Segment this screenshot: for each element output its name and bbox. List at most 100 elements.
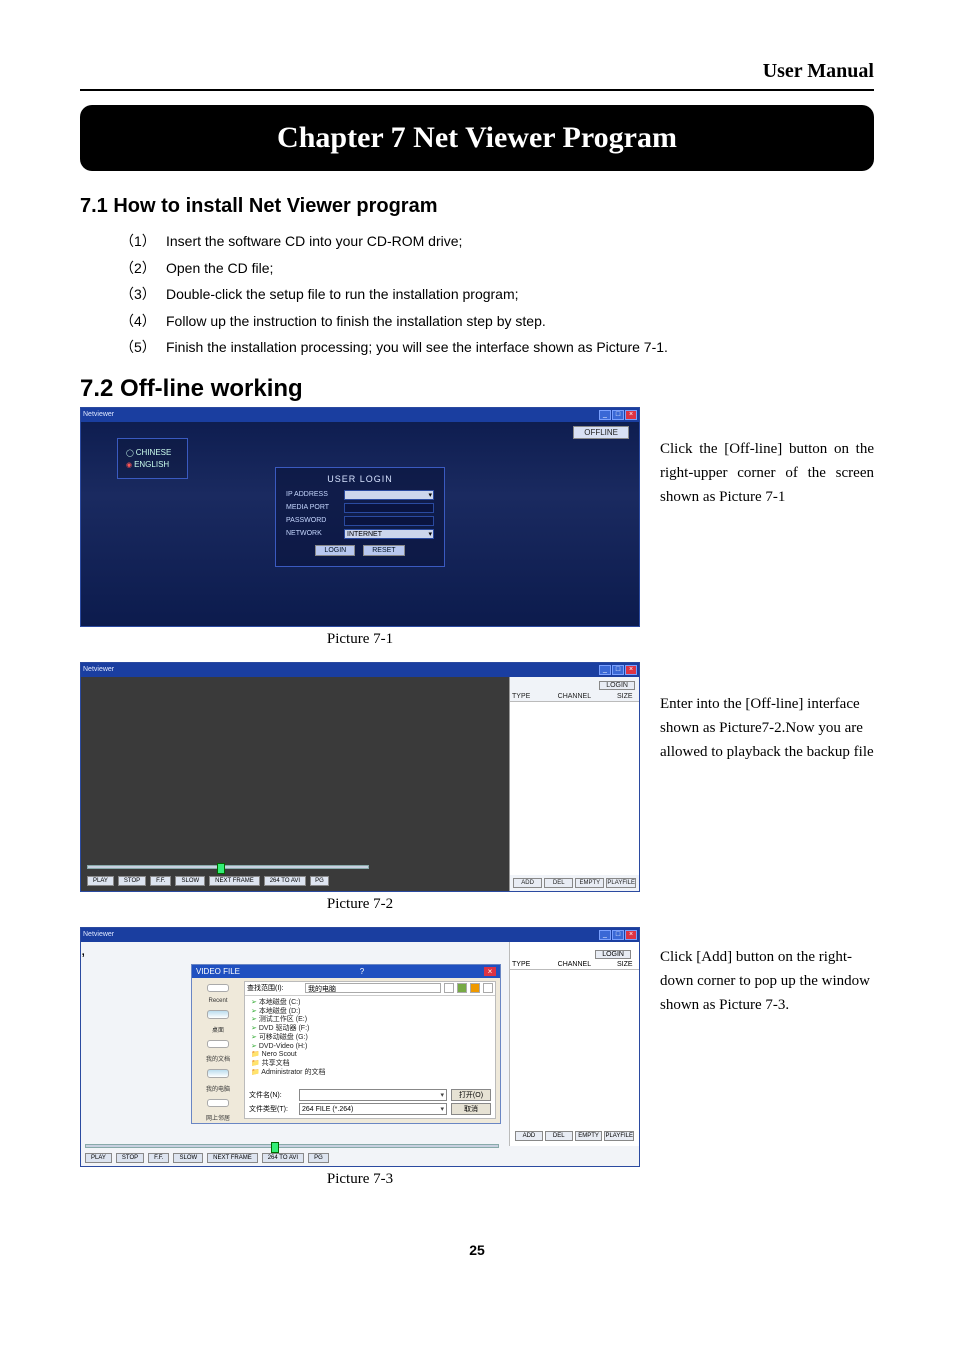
264-to-avi-button[interactable]: 264 TO AVI xyxy=(264,876,306,886)
window-title: Netviewer xyxy=(83,666,114,673)
close-icon[interactable]: × xyxy=(625,410,637,420)
pg-label: PG xyxy=(308,1153,329,1163)
empty-button[interactable]: EMPTY xyxy=(575,1131,603,1141)
col-channel: CHANNEL xyxy=(558,693,617,700)
list-item[interactable]: Administrator 的文档 xyxy=(251,1069,489,1078)
list-item[interactable]: 可移动磁盘 (G:) xyxy=(251,1034,489,1043)
back-icon[interactable] xyxy=(444,983,454,993)
slow-button[interactable]: SLOW xyxy=(173,1153,203,1163)
ff-button[interactable]: F.F. xyxy=(148,1153,169,1163)
dialog-close-icon[interactable]: × xyxy=(484,967,496,976)
stop-button[interactable]: STOP xyxy=(118,876,146,886)
ff-button[interactable]: F.F. xyxy=(150,876,171,886)
screenshot-7-2: Netviewer _ □ × PLAY STOP F.F. xyxy=(80,662,640,892)
maximize-icon[interactable]: □ xyxy=(612,665,624,675)
ip-label: IP ADDRESS xyxy=(286,491,344,498)
playback-slider[interactable] xyxy=(87,865,369,869)
list-item[interactable]: 共享文档 xyxy=(251,1060,489,1069)
del-button[interactable]: DEL xyxy=(545,1131,573,1141)
section-7-2-heading: 7.2 Off-line working xyxy=(80,375,874,403)
play-button[interactable]: PLAY xyxy=(85,1153,112,1163)
list-item[interactable]: 测试工作区 (E:) xyxy=(251,1016,489,1025)
views-icon[interactable] xyxy=(483,983,493,993)
next-frame-button[interactable]: NEXT FRAME xyxy=(209,876,260,886)
list-item[interactable]: Nero Scout xyxy=(251,1051,489,1060)
slow-button[interactable]: SLOW xyxy=(175,876,205,886)
window-title: Netviewer xyxy=(83,411,114,418)
maximize-icon[interactable]: □ xyxy=(612,410,624,420)
playback-slider[interactable] xyxy=(85,1144,499,1148)
filename-label: 文件名(N): xyxy=(249,1090,299,1100)
section-7-1-heading: 7.1 How to install Net Viewer program xyxy=(80,195,874,218)
file-list-panel: LOGIN TYPE CHANNEL SIZE ADD DEL EMPTY PL… xyxy=(509,677,639,891)
stop-button[interactable]: STOP xyxy=(116,1153,144,1163)
desktop-label: 桌面 xyxy=(212,1025,224,1034)
filename-input[interactable] xyxy=(299,1089,447,1101)
add-button[interactable]: ADD xyxy=(513,878,542,888)
playfile-button[interactable]: PLAYFILE xyxy=(606,878,636,888)
screenshot-7-3: Netviewer _ □ × VIDEO FILE ? × xyxy=(80,927,640,1167)
step-text: Double-click the setup file to run the i… xyxy=(166,281,519,308)
network-label: 网上邻居 xyxy=(206,1113,230,1122)
minimize-icon[interactable]: _ xyxy=(599,930,611,940)
login-button[interactable]: LOGIN xyxy=(599,681,635,690)
newfolder-icon[interactable] xyxy=(470,983,480,993)
password-input[interactable] xyxy=(344,516,434,526)
minimize-icon[interactable]: _ xyxy=(599,665,611,675)
list-item[interactable]: 本地磁盘 (C:) xyxy=(251,999,489,1008)
pg-label: PG xyxy=(310,876,329,886)
video-area: PLAY STOP F.F. SLOW NEXT FRAME 264 TO AV… xyxy=(81,677,509,891)
network-select[interactable]: INTERNET xyxy=(344,529,434,539)
empty-button[interactable]: EMPTY xyxy=(575,878,604,888)
list-item[interactable]: DVD 驱动器 (F:) xyxy=(251,1025,489,1034)
264-to-avi-button[interactable]: 264 TO AVI xyxy=(262,1153,304,1163)
step-num: （5） xyxy=(120,334,166,361)
lang-english-radio[interactable]: ENGLISH xyxy=(126,460,171,469)
next-frame-button[interactable]: NEXT FRAME xyxy=(207,1153,258,1163)
step-num: （1） xyxy=(120,228,166,255)
ip-input[interactable] xyxy=(344,490,434,500)
open-button[interactable]: 打开(O) xyxy=(451,1089,491,1101)
file-list[interactable] xyxy=(510,702,639,875)
step-num: （3） xyxy=(120,281,166,308)
step-text: Insert the software CD into your CD-ROM … xyxy=(166,228,462,255)
filetype-label: 文件类型(T): xyxy=(249,1104,299,1114)
del-button[interactable]: DEL xyxy=(544,878,573,888)
close-icon[interactable]: × xyxy=(625,930,637,940)
lang-chinese-radio[interactable]: CHINESE xyxy=(126,448,171,457)
play-button[interactable]: PLAY xyxy=(87,876,114,886)
network-icon[interactable] xyxy=(207,1099,229,1107)
recent-label: Recent xyxy=(208,998,227,1004)
desktop-icon[interactable] xyxy=(207,1010,229,1018)
network-label: NETWORK xyxy=(286,530,344,537)
close-icon[interactable]: × xyxy=(625,665,637,675)
dialog-help-icon[interactable]: ? xyxy=(360,967,364,976)
filetype-select[interactable]: 264 FILE (*.264) xyxy=(299,1103,447,1115)
picture-7-3-description: Click [Add] button on the right-down cor… xyxy=(640,927,874,1017)
mediaport-input[interactable] xyxy=(344,503,434,513)
page-number: 25 xyxy=(80,1242,874,1258)
mydoc-icon[interactable] xyxy=(207,1040,229,1048)
minimize-icon[interactable]: _ xyxy=(599,410,611,420)
maximize-icon[interactable]: □ xyxy=(612,930,624,940)
add-button[interactable]: ADD xyxy=(515,1131,543,1141)
mediaport-label: MEDIA PORT xyxy=(286,504,344,511)
lookin-select[interactable]: 我的电脑 xyxy=(305,983,441,993)
language-box: CHINESE ENGLISH xyxy=(117,438,188,479)
dialog-file-list[interactable]: 本地磁盘 (C:) 本地磁盘 (D:) 测试工作区 (E:) DVD 驱动器 (… xyxy=(245,996,495,1081)
picture-7-1-description: Click the [Off-line] button on the right… xyxy=(640,407,874,509)
mypc-icon[interactable] xyxy=(207,1069,229,1077)
playfile-button[interactable]: PLAYFILE xyxy=(604,1131,634,1141)
login-button[interactable]: LOGIN xyxy=(595,950,631,959)
login-button[interactable]: LOGIN xyxy=(315,545,355,556)
offline-button[interactable]: OFFLINE xyxy=(573,426,629,439)
cancel-button[interactable]: 取消 xyxy=(451,1103,491,1115)
col-size: SIZE xyxy=(617,961,637,968)
col-type: TYPE xyxy=(512,693,558,700)
up-icon[interactable] xyxy=(457,983,467,993)
col-size: SIZE xyxy=(617,693,637,700)
recent-icon[interactable] xyxy=(207,984,229,992)
screenshot-7-1: Netviewer _ □ × CHINESE ENGLISH OFFLINE … xyxy=(80,407,640,627)
reset-button[interactable]: RESET xyxy=(363,545,404,556)
password-label: PASSWORD xyxy=(286,517,344,524)
